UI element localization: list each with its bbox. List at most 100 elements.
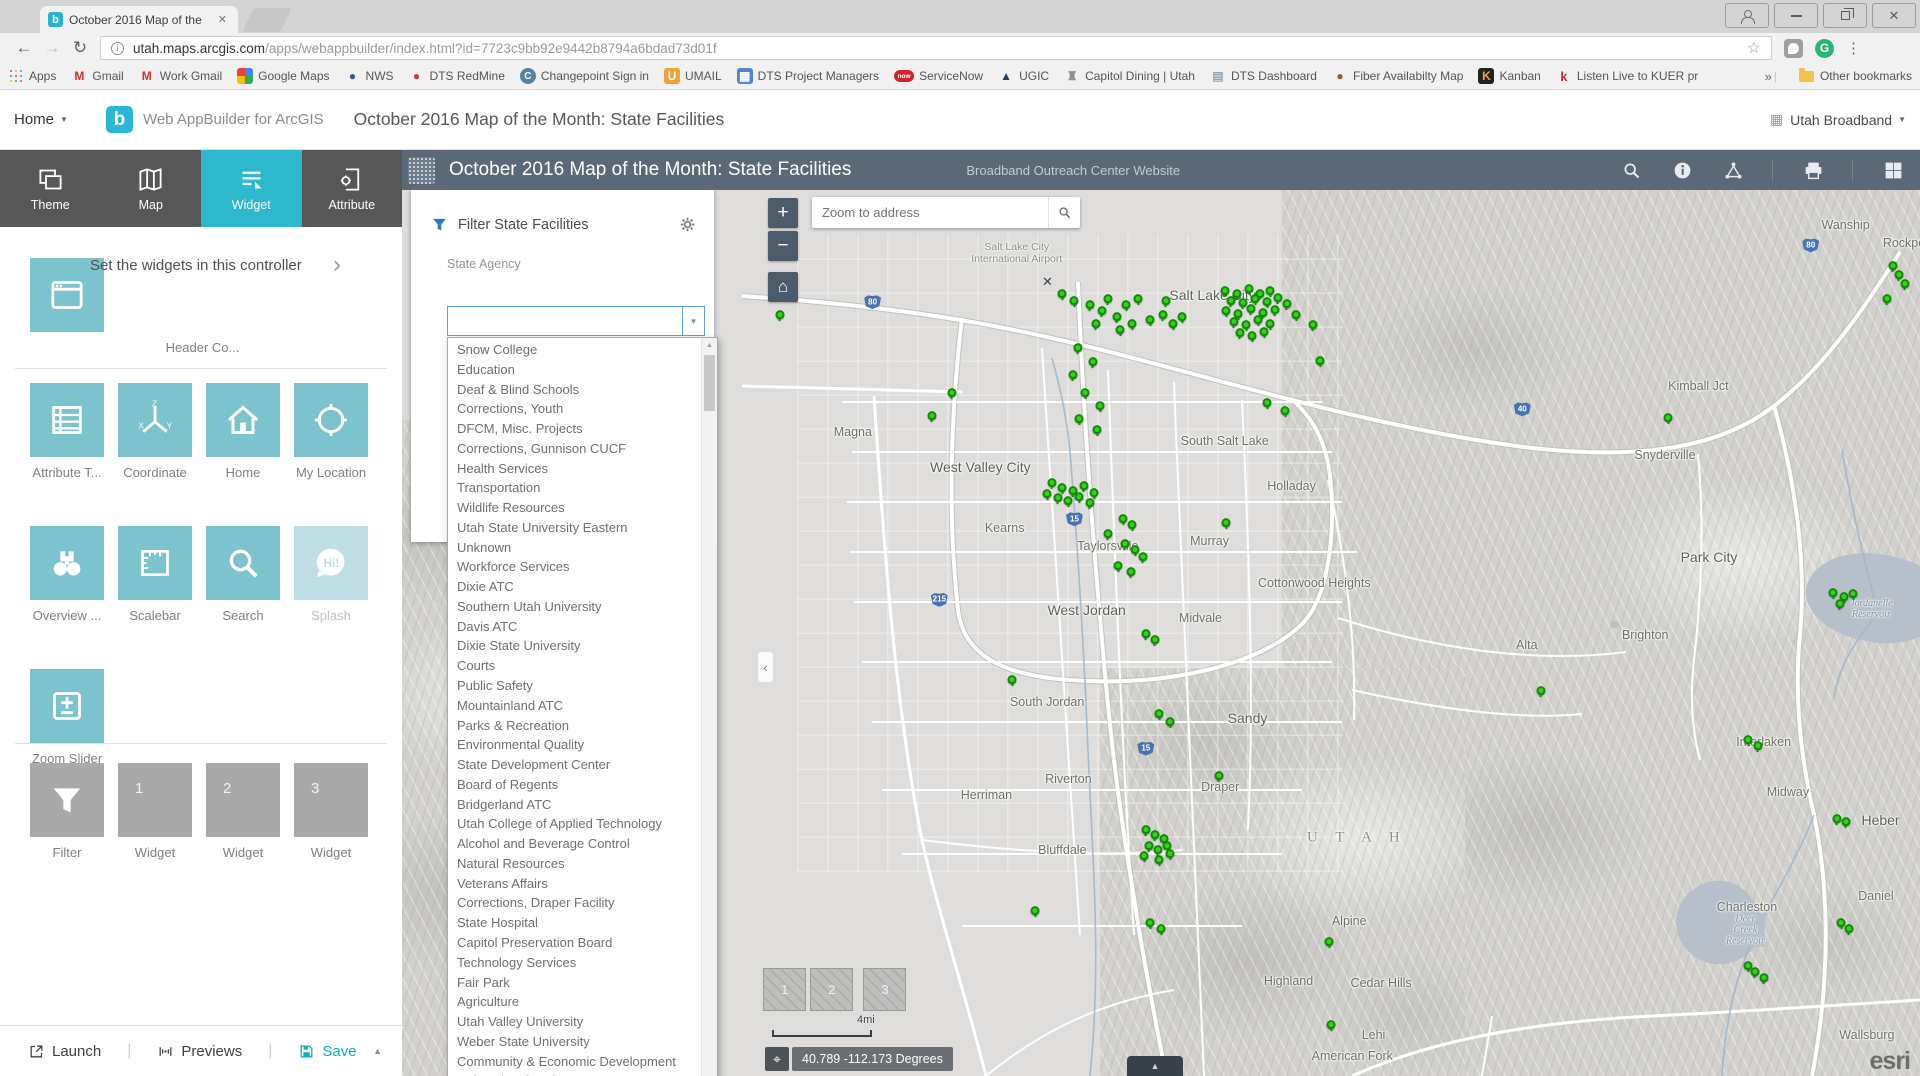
- agency-option[interactable]: Mountainland ATC: [448, 696, 717, 716]
- facility-marker[interactable]: [1007, 674, 1017, 684]
- facility-marker[interactable]: [1138, 551, 1148, 561]
- facility-marker[interactable]: [1091, 318, 1101, 328]
- facility-marker[interactable]: [1145, 917, 1155, 927]
- agency-option[interactable]: Davis ATC: [448, 617, 717, 637]
- facility-marker[interactable]: [1177, 312, 1187, 322]
- facility-marker[interactable]: [1308, 319, 1318, 329]
- facility-marker[interactable]: [1759, 973, 1769, 983]
- agency-option[interactable]: Utah Valley University: [448, 1012, 717, 1032]
- zoom-in-button[interactable]: +: [768, 198, 798, 228]
- facility-marker[interactable]: [1165, 848, 1175, 858]
- agency-option[interactable]: Veterans Affairs: [448, 874, 717, 894]
- agency-option[interactable]: Transportation: [448, 478, 717, 498]
- widget-placeholder-tile[interactable]: 3 Widget: [294, 763, 368, 860]
- bookmark-item[interactable]: ♜ Capitol Dining | Utah: [1064, 68, 1195, 84]
- facility-marker[interactable]: [1888, 261, 1898, 271]
- facility-marker[interactable]: [1324, 937, 1334, 947]
- widget-placeholder-tile[interactable]: Filter: [30, 763, 104, 860]
- facility-marker[interactable]: [1882, 294, 1892, 304]
- facility-marker[interactable]: [1282, 299, 1292, 309]
- facility-marker[interactable]: [1250, 294, 1260, 304]
- bookmark-star-icon[interactable]: ☆: [1747, 38, 1761, 58]
- facility-marker[interactable]: [1750, 967, 1760, 977]
- browser-tab[interactable]: b October 2016 Map of the ✕: [40, 6, 238, 33]
- previews-button[interactable]: Previews: [157, 1043, 242, 1060]
- scroll-up-icon[interactable]: ▲: [702, 338, 717, 353]
- widget-tile[interactable]: Scalebar: [118, 526, 192, 623]
- agency-option[interactable]: Workforce Services: [448, 557, 717, 577]
- facility-marker[interactable]: [1273, 293, 1283, 303]
- agency-option[interactable]: University of Utah: [448, 1071, 717, 1076]
- facility-marker[interactable]: [1150, 830, 1160, 840]
- profile-button[interactable]: [1725, 3, 1769, 28]
- print-icon[interactable]: [1803, 160, 1824, 181]
- facility-marker[interactable]: [1226, 295, 1236, 305]
- facility-marker[interactable]: [1127, 519, 1137, 529]
- widget-tile[interactable]: Zoom Slider: [30, 669, 104, 766]
- builder-tab[interactable]: Map: [101, 150, 202, 227]
- agency-option[interactable]: Snow College: [448, 340, 717, 360]
- facility-marker[interactable]: [1139, 851, 1149, 861]
- facility-marker[interactable]: [1095, 401, 1105, 411]
- facility-marker[interactable]: [1663, 412, 1673, 422]
- facility-marker[interactable]: [1069, 295, 1079, 305]
- agency-option[interactable]: Deaf & Blind Schools: [448, 380, 717, 400]
- facility-marker[interactable]: [1115, 325, 1125, 335]
- search-icon[interactable]: [1621, 160, 1642, 181]
- attribute-table-toggle[interactable]: ▲: [1127, 1056, 1183, 1076]
- address-search-input[interactable]: [812, 205, 1048, 220]
- agency-option[interactable]: Capitol Preservation Board: [448, 933, 717, 953]
- crosshair-button[interactable]: ⌖: [765, 1047, 789, 1071]
- facility-marker[interactable]: [1112, 312, 1122, 322]
- facility-marker[interactable]: [1229, 317, 1239, 327]
- facility-marker[interactable]: [1235, 328, 1245, 338]
- agency-input[interactable]: [448, 307, 682, 335]
- builder-tab[interactable]: Widget: [201, 150, 302, 227]
- facility-marker[interactable]: [1120, 539, 1130, 549]
- facility-marker[interactable]: [1080, 387, 1090, 397]
- facility-marker[interactable]: [1844, 923, 1854, 933]
- facility-marker[interactable]: [1900, 278, 1910, 288]
- agency-option[interactable]: Utah State University Eastern: [448, 518, 717, 538]
- facility-marker[interactable]: [1247, 331, 1257, 341]
- facility-marker[interactable]: [1121, 300, 1131, 310]
- facility-marker[interactable]: [1057, 483, 1067, 493]
- widget-tile[interactable]: Overview ...: [30, 526, 104, 623]
- facility-marker[interactable]: [1085, 300, 1095, 310]
- facility-marker[interactable]: [1074, 492, 1084, 502]
- agency-option[interactable]: Dixie ATC: [448, 577, 717, 597]
- bookmark-item[interactable]: ▤ DTS Dashboard: [1210, 68, 1317, 84]
- agency-option[interactable]: Wildlife Resources: [448, 498, 717, 518]
- facility-marker[interactable]: [1113, 560, 1123, 570]
- bookmark-item[interactable]: M Work Gmail: [139, 68, 222, 84]
- facility-marker[interactable]: [1156, 923, 1166, 933]
- widget-tile[interactable]: Hi! Splash: [294, 526, 368, 623]
- facility-marker[interactable]: [1214, 771, 1224, 781]
- builder-tab[interactable]: Theme: [0, 150, 101, 227]
- facility-marker[interactable]: [1220, 286, 1230, 296]
- facility-marker[interactable]: [1097, 306, 1107, 316]
- facility-marker[interactable]: [1103, 528, 1113, 538]
- facility-marker[interactable]: [775, 309, 785, 319]
- agency-option[interactable]: Utah College of Applied Technology: [448, 814, 717, 834]
- bookmark-item[interactable]: U UMAIL: [663, 68, 722, 84]
- map-widget-placeholder[interactable]: 2: [810, 967, 854, 1011]
- home-menu[interactable]: Home ▼: [14, 111, 68, 128]
- close-icon[interactable]: ✕: [1042, 274, 1053, 290]
- bookmark-item[interactable]: Google Maps: [237, 68, 330, 84]
- zoom-out-button[interactable]: −: [768, 231, 798, 261]
- facility-marker[interactable]: [1150, 635, 1160, 645]
- bookmark-item[interactable]: C Changepoint Sign in: [519, 68, 649, 84]
- facility-marker[interactable]: [1144, 840, 1154, 850]
- facility-marker[interactable]: [1244, 284, 1254, 294]
- facility-marker[interactable]: [1085, 497, 1095, 507]
- bookmark-item[interactable]: Apps: [8, 68, 56, 84]
- bookmark-item[interactable]: ▲ UGIC: [998, 68, 1049, 84]
- agency-option[interactable]: Bridgerland ATC: [448, 795, 717, 815]
- agency-option[interactable]: Weber State University: [448, 1032, 717, 1052]
- agency-option[interactable]: Education: [448, 360, 717, 380]
- back-button[interactable]: ←: [10, 38, 38, 58]
- chevron-right-icon[interactable]: ›: [333, 251, 341, 279]
- facility-marker[interactable]: [1042, 488, 1052, 498]
- facility-marker[interactable]: [1315, 356, 1325, 366]
